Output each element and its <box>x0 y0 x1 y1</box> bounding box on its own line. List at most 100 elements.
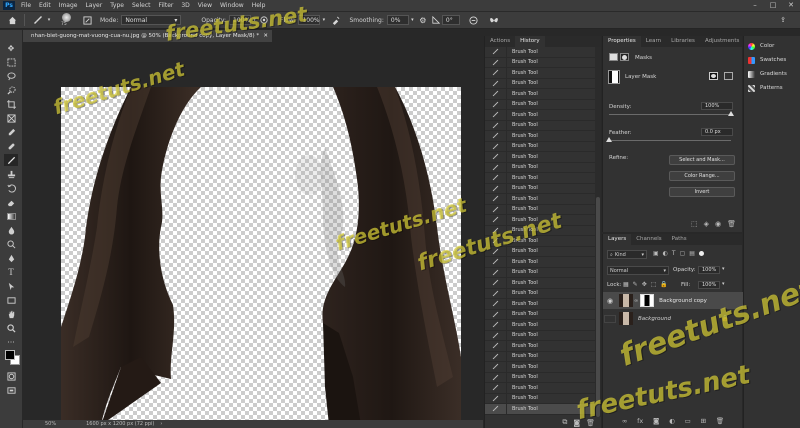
symmetry-butterfly-icon[interactable] <box>486 16 502 25</box>
chevron-down-icon[interactable]: ▾ <box>251 17 258 23</box>
filter-kind-select[interactable]: ⌕ Kind ▾ <box>607 250 647 259</box>
history-item[interactable]: Brush Tool <box>485 372 595 383</box>
select-and-mask-button[interactable]: Select and Mask... <box>669 155 735 165</box>
brush-angle-icon[interactable] <box>430 16 442 24</box>
eraser-tool-icon[interactable] <box>4 196 18 208</box>
smart-object-filter-icon[interactable]: ▤ <box>689 250 695 257</box>
apply-mask-icon[interactable]: ◈ <box>704 220 709 228</box>
delete-mask-icon[interactable]: 🗑 <box>727 220 736 228</box>
history-item[interactable]: Brush Tool <box>485 88 595 100</box>
path-selection-tool-icon[interactable] <box>4 280 18 292</box>
maximize-icon[interactable]: □ <box>764 0 782 11</box>
dock-item-gradients[interactable]: Gradients <box>744 67 800 81</box>
history-item[interactable]: Brush Tool <box>485 162 595 173</box>
layer-row-background[interactable]: Background 🔒 <box>603 310 743 327</box>
menu-window[interactable]: Window <box>220 2 244 9</box>
history-item[interactable]: Brush Tool <box>485 351 595 362</box>
lock-transparent-icon[interactable]: ▦ <box>623 281 629 288</box>
smoothing-input[interactable]: 0% <box>386 15 409 25</box>
menu-view[interactable]: View <box>198 2 212 9</box>
dodge-tool-icon[interactable] <box>4 238 18 250</box>
color-swatches[interactable] <box>5 350 21 366</box>
lock-artboard-icon[interactable]: ⬚ <box>651 281 657 288</box>
history-item[interactable]: Brush Tool <box>485 361 595 373</box>
tab-libraries[interactable]: Libraries <box>666 36 700 47</box>
history-item[interactable]: Brush Tool <box>485 298 595 310</box>
history-item[interactable]: Brush Tool <box>485 183 595 194</box>
more-tools-icon[interactable]: ··· <box>4 336 18 348</box>
fill-input[interactable]: 100% <box>698 281 720 289</box>
history-item[interactable]: Brush Tool <box>485 130 595 142</box>
history-item[interactable]: Brush Tool <box>485 382 595 394</box>
move-tool-icon[interactable]: ✥ <box>4 42 18 54</box>
menu-select[interactable]: Select <box>132 2 151 9</box>
zoom-level[interactable]: 50% <box>45 421 56 427</box>
dock-item-color[interactable]: Color <box>744 39 800 53</box>
history-item[interactable]: Brush Tool <box>485 319 595 331</box>
chevron-down-icon[interactable]: ▾ <box>46 17 52 23</box>
feather-slider-handle[interactable] <box>606 137 612 142</box>
history-item[interactable]: Brush Tool <box>485 225 595 236</box>
history-item[interactable]: Brush Tool <box>485 340 595 352</box>
menu-file[interactable]: File <box>21 2 31 9</box>
density-slider-track[interactable] <box>609 114 731 115</box>
quick-selection-tool-icon[interactable] <box>4 84 18 96</box>
layer-row-background-copy[interactable]: ◉ ∞ Background copy <box>603 292 743 309</box>
type-filter-icon[interactable]: T <box>672 250 676 257</box>
tab-adjustments[interactable]: Adjustments <box>700 36 744 47</box>
history-item[interactable]: Brush Tool <box>485 78 595 89</box>
tab-properties[interactable]: Properties <box>603 36 641 47</box>
pixel-mask-icon[interactable] <box>609 53 618 61</box>
tab-history[interactable]: History <box>515 36 545 47</box>
marquee-tool-icon[interactable] <box>4 56 18 68</box>
frame-tool-icon[interactable] <box>4 112 18 124</box>
visibility-eye-icon[interactable]: ◉ <box>604 297 616 305</box>
blur-tool-icon[interactable] <box>4 224 18 236</box>
menu-edit[interactable]: Edit <box>39 2 51 9</box>
delete-layer-icon[interactable]: 🗑 <box>716 417 724 425</box>
chevron-down-icon[interactable]: ▾ <box>320 17 327 23</box>
tab-channels[interactable]: Channels <box>631 234 666 245</box>
chevron-down-icon[interactable]: ▾ <box>722 281 725 287</box>
pixel-filter-icon[interactable]: ▣ <box>653 250 659 257</box>
lock-all-icon[interactable]: 🔒 <box>660 281 667 288</box>
menu-image[interactable]: Image <box>59 2 78 9</box>
select-pixel-mask-icon[interactable] <box>709 72 718 80</box>
delete-state-icon[interactable]: 🗑 <box>586 419 595 427</box>
document-canvas[interactable] <box>61 87 461 425</box>
mode-select[interactable]: Normal ▾ <box>121 15 182 25</box>
close-tab-icon[interactable]: ✕ <box>263 30 268 42</box>
menu-help[interactable]: Help <box>252 2 266 9</box>
quick-mask-icon[interactable] <box>4 370 18 382</box>
minimize-icon[interactable]: – <box>746 0 764 11</box>
rectangle-tool-icon[interactable] <box>4 294 18 306</box>
chevron-down-icon[interactable]: ▾ <box>722 266 725 272</box>
brush-angle-input[interactable]: 0° <box>441 15 460 25</box>
menu-type[interactable]: Type <box>110 2 124 9</box>
history-item[interactable]: Brush Tool <box>485 57 595 68</box>
tab-layers[interactable]: Layers <box>603 234 632 245</box>
home-icon[interactable] <box>5 16 19 25</box>
blend-mode-select[interactable]: Normal ▾ <box>607 266 669 275</box>
type-tool-icon[interactable]: T <box>4 266 18 278</box>
brush-settings-icon[interactable] <box>80 15 94 25</box>
pressure-size-icon[interactable] <box>466 15 482 25</box>
menu-layer[interactable]: Layer <box>85 2 102 9</box>
close-icon[interactable]: ✕ <box>782 0 800 11</box>
history-item[interactable]: Brush Tool <box>485 172 595 184</box>
density-slider-handle[interactable] <box>728 111 734 116</box>
hand-tool-icon[interactable] <box>4 308 18 320</box>
history-item[interactable]: Brush Tool <box>485 151 595 163</box>
history-item[interactable]: Brush Tool <box>485 99 595 110</box>
add-mask-icon[interactable]: ◙ <box>653 417 659 425</box>
zoom-tool-icon[interactable] <box>4 322 18 334</box>
share-icon[interactable]: ⇪ <box>780 16 786 24</box>
new-layer-icon[interactable]: ⊞ <box>701 417 706 425</box>
history-item[interactable]: Brush Tool <box>485 256 595 268</box>
brush-picker[interactable]: 75 <box>56 12 80 28</box>
chevron-right-icon[interactable]: › <box>160 421 162 427</box>
history-item[interactable]: Brush Tool <box>485 330 595 341</box>
tab-actions[interactable]: Actions <box>485 36 515 47</box>
add-vector-mask-icon[interactable] <box>724 72 733 80</box>
history-item[interactable]: Brush Tool <box>485 214 595 226</box>
